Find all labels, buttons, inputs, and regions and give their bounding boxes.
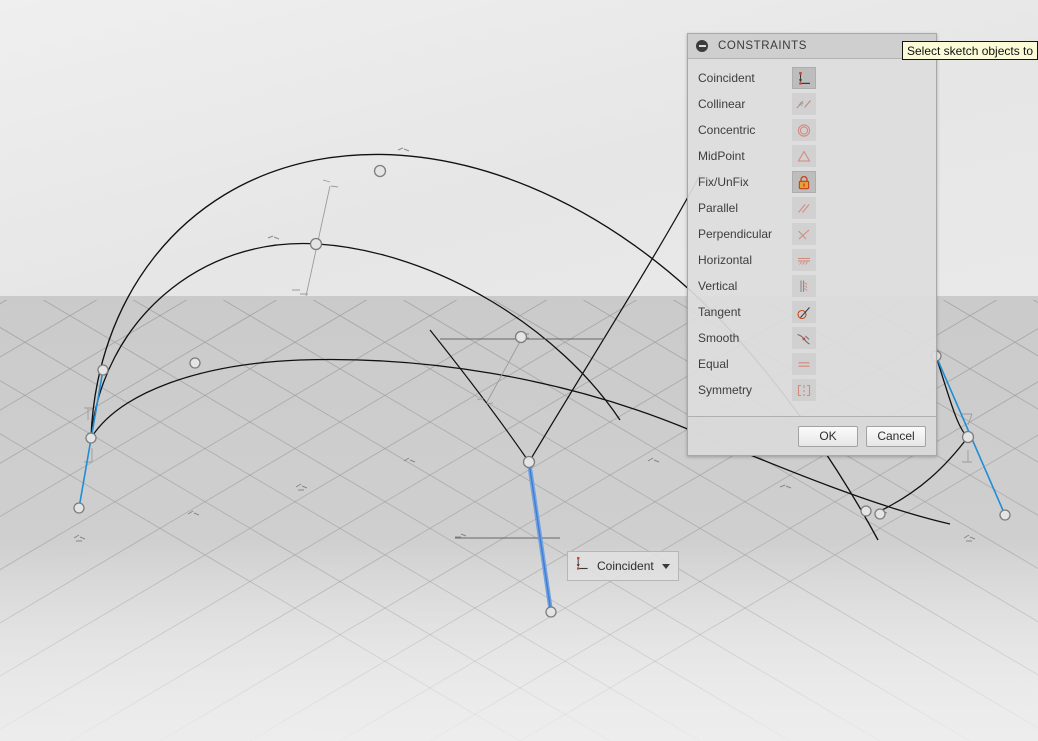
- constraint-item-horizontal[interactable]: Horizontal: [688, 247, 936, 273]
- constraint-item-fix-unfix[interactable]: Fix/UnFix: [688, 169, 936, 195]
- constraint-label: MidPoint: [698, 149, 745, 163]
- tangent-icon[interactable]: [792, 301, 816, 323]
- constraint-label: Symmetry: [698, 383, 752, 397]
- constraints-panel[interactable]: CONSTRAINTS Coincident Collinear Concent…: [687, 33, 937, 456]
- constraint-label: Equal: [698, 357, 729, 371]
- smooth-icon[interactable]: [792, 327, 816, 349]
- constraint-label: Collinear: [698, 97, 746, 111]
- ok-button[interactable]: OK: [798, 425, 858, 447]
- constraint-label: Horizontal: [698, 253, 753, 267]
- constraint-label: Smooth: [698, 331, 740, 345]
- constraint-item-smooth[interactable]: Smooth: [688, 325, 936, 351]
- constraint-label: Tangent: [698, 305, 741, 319]
- constraint-item-tangent[interactable]: Tangent: [688, 299, 936, 325]
- coincident-icon[interactable]: [792, 67, 816, 89]
- parallel-icon[interactable]: [792, 197, 816, 219]
- chevron-down-icon[interactable]: [661, 563, 670, 569]
- constraint-item-parallel[interactable]: Parallel: [688, 195, 936, 221]
- cad-application-window: CONSTRAINTS Coincident Collinear Concent…: [0, 0, 1038, 741]
- constraint-item-concentric[interactable]: Concentric: [688, 117, 936, 143]
- constraints-list: Coincident Collinear Concentric MidPoint…: [688, 59, 936, 416]
- minus-circle-icon[interactable]: [696, 40, 708, 52]
- constraint-label: Parallel: [698, 201, 739, 215]
- constraint-item-midpoint[interactable]: MidPoint: [688, 143, 936, 169]
- panel-titlebar[interactable]: CONSTRAINTS: [688, 34, 936, 59]
- equal-icon[interactable]: [792, 353, 816, 375]
- tooltip: Select sketch objects to: [902, 41, 1038, 60]
- vertical-icon[interactable]: [792, 275, 816, 297]
- cancel-button[interactable]: Cancel: [866, 425, 926, 447]
- constraint-label: Fix/UnFix: [698, 175, 749, 189]
- horizontal-icon[interactable]: [792, 249, 816, 271]
- dialog-footer: OK Cancel: [688, 416, 936, 455]
- collinear-icon[interactable]: [792, 93, 816, 115]
- symmetry-icon[interactable]: [792, 379, 816, 401]
- constraint-item-symmetry[interactable]: Symmetry: [688, 377, 936, 403]
- constraint-label: Vertical: [698, 279, 738, 293]
- constraint-item-coincident[interactable]: Coincident: [688, 65, 936, 91]
- constraint-item-vertical[interactable]: Vertical: [688, 273, 936, 299]
- constraint-item-perpendicular[interactable]: Perpendicular: [688, 221, 936, 247]
- panel-title: CONSTRAINTS: [718, 40, 808, 52]
- constraint-item-equal[interactable]: Equal: [688, 351, 936, 377]
- coincident-floating-toolbar[interactable]: Coincident: [567, 551, 679, 581]
- coincident-icon[interactable]: [574, 555, 589, 578]
- coincident-label: Coincident: [597, 559, 654, 573]
- constraint-item-collinear[interactable]: Collinear: [688, 91, 936, 117]
- lock-icon[interactable]: [792, 171, 816, 193]
- concentric-icon[interactable]: [792, 119, 816, 141]
- perpendicular-icon[interactable]: [792, 223, 816, 245]
- midpoint-icon[interactable]: [792, 145, 816, 167]
- constraint-label: Perpendicular: [698, 227, 773, 241]
- constraint-label: Coincident: [698, 71, 755, 85]
- constraint-label: Concentric: [698, 123, 756, 137]
